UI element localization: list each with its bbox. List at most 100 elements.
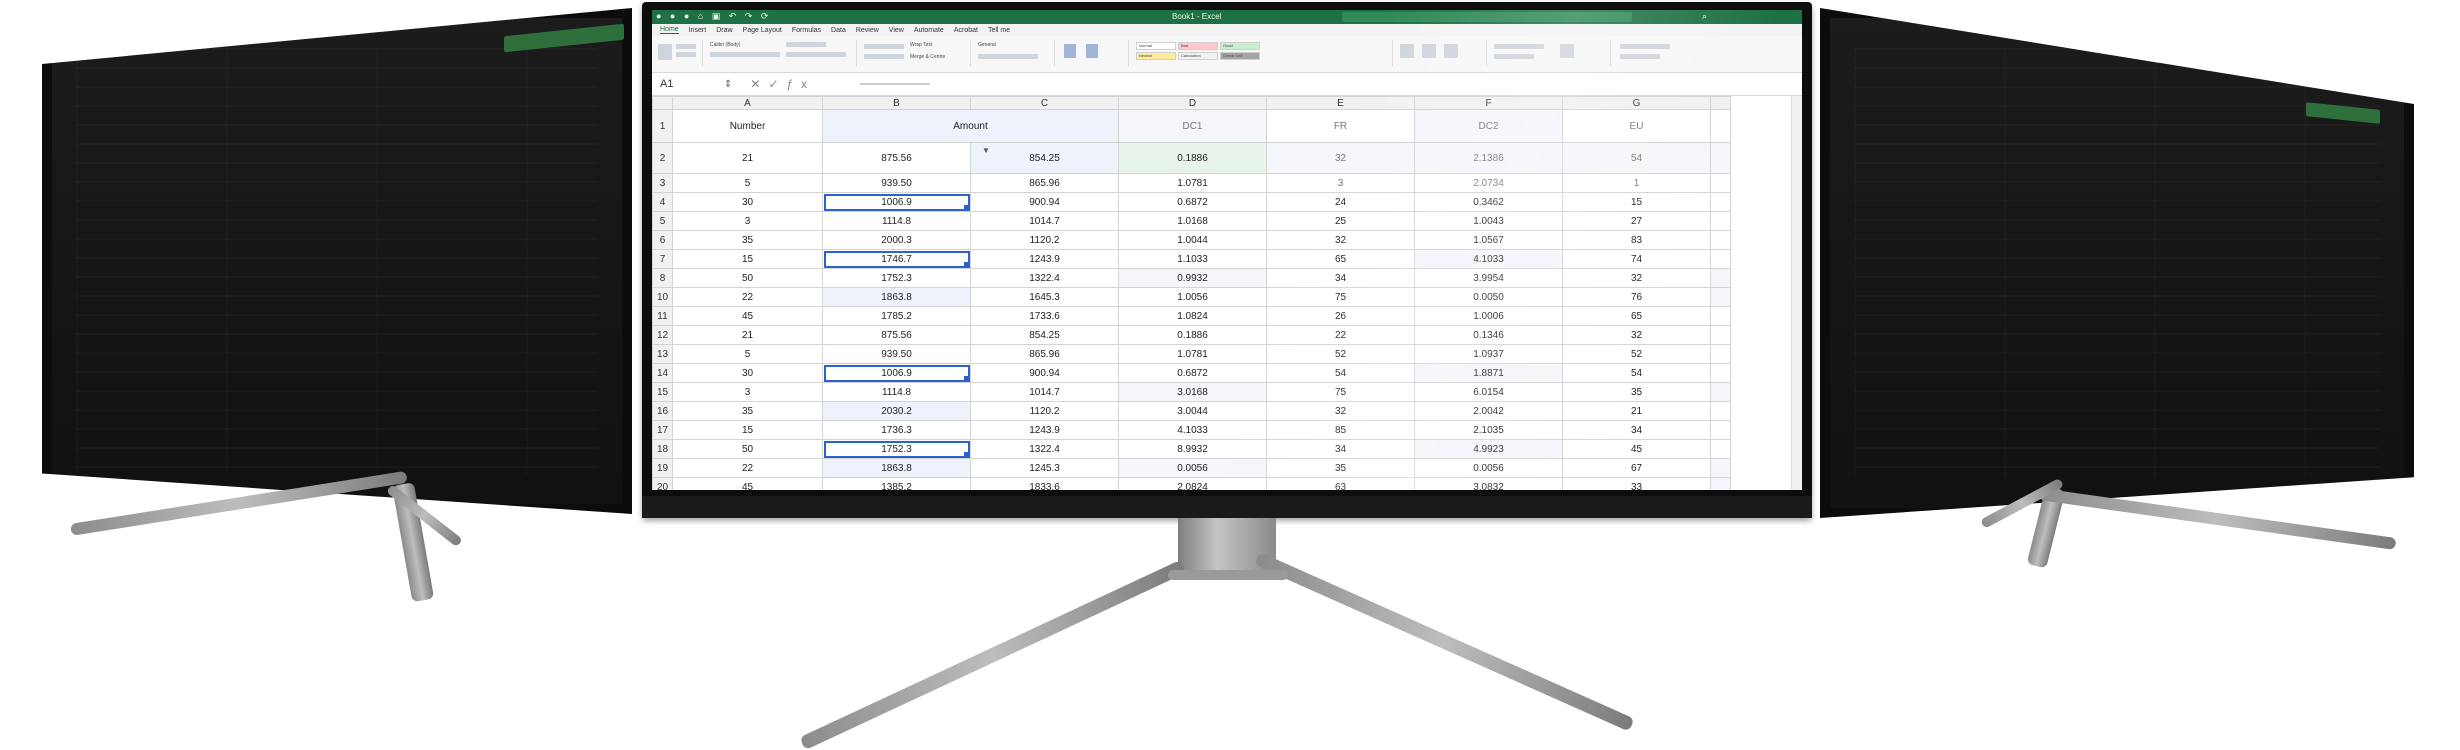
grid-cell[interactable]: 1.0168	[1118, 211, 1267, 231]
grid-cell[interactable]: 0.0050	[1414, 287, 1563, 307]
grid-cell[interactable]: 1736.3	[822, 420, 971, 440]
grid-cell[interactable]: 1645.3	[970, 287, 1119, 307]
grid-cell[interactable]: 26	[1266, 306, 1415, 326]
grid-cell[interactable]: 35	[1266, 458, 1415, 478]
grid-cell[interactable]: 939.50	[822, 344, 971, 364]
font-name-select[interactable]: Calibri (Body)	[710, 42, 740, 48]
row-header[interactable]: 3	[652, 173, 673, 193]
grid-cell[interactable]: 939.50	[822, 173, 971, 193]
grid-cell[interactable]: 32	[1562, 325, 1711, 345]
grid-cell[interactable]: 74	[1562, 249, 1711, 269]
grid-cell[interactable]: 32	[1266, 142, 1415, 174]
grid-cell[interactable]: 65	[1266, 249, 1415, 269]
row-header[interactable]: 14	[652, 363, 673, 383]
grid-cell[interactable]: 30	[672, 192, 823, 212]
column-header-f[interactable]: F	[1414, 96, 1563, 110]
grid-cell[interactable]: 3.0832	[1414, 477, 1563, 490]
header-cell-amount[interactable]: Amount	[822, 109, 1119, 143]
grid-cell[interactable]: 50	[672, 268, 823, 288]
grid-cell[interactable]: 63	[1266, 477, 1415, 490]
header-cell-fr[interactable]: FR	[1266, 109, 1415, 143]
grid-cell[interactable]	[1710, 173, 1731, 193]
merge-center-button[interactable]: Merge & Centre	[910, 54, 945, 60]
grid-cell[interactable]	[1710, 439, 1731, 459]
formula-input[interactable]	[860, 83, 931, 85]
grid-cell[interactable]: 35	[672, 401, 823, 421]
grid-cell[interactable]	[1710, 363, 1731, 383]
row-header[interactable]: 4	[652, 192, 673, 212]
grid-cell[interactable]: 22	[672, 458, 823, 478]
grid-cell[interactable]: 6.0154	[1414, 382, 1563, 402]
grid-cell[interactable]: 32	[1562, 268, 1711, 288]
grid-cell[interactable]: 8.9932	[1118, 439, 1267, 459]
grid-cell[interactable]: 1.8871	[1414, 363, 1563, 383]
grid-cell[interactable]: 1.0781	[1118, 344, 1267, 364]
formula-action-icons[interactable]: ✕✓ƒx	[732, 77, 848, 91]
search-icon[interactable]: ⌕	[1702, 11, 1707, 22]
grid-cell[interactable]: 75	[1266, 287, 1415, 307]
row-header[interactable]: 18	[652, 439, 673, 459]
tab-home[interactable]: Home	[660, 26, 679, 34]
grid-cell[interactable]: 1120.2	[970, 230, 1119, 250]
grid-cell[interactable]: 0.0056	[1414, 458, 1563, 478]
grid-cell[interactable]: 35	[1562, 382, 1711, 402]
grid-cell[interactable]: 1322.4	[970, 268, 1119, 288]
grid-cell[interactable]: 21	[1562, 401, 1711, 421]
column-header-d[interactable]: D	[1118, 96, 1267, 110]
grid-cell[interactable]	[1710, 306, 1731, 326]
grid-cell[interactable]: 2000.3	[822, 230, 971, 250]
row-header[interactable]: 1	[652, 109, 673, 143]
grid-cell[interactable]: 1120.2	[970, 401, 1119, 421]
chevron-updown-icon[interactable]: ⇕	[724, 79, 732, 90]
grid-cell[interactable]: 22	[1266, 325, 1415, 345]
grid-cell[interactable]: 3.0044	[1118, 401, 1267, 421]
grid-cell[interactable]	[1710, 109, 1731, 143]
cell-style-bad[interactable]: Bad	[1178, 42, 1218, 50]
row-header[interactable]: 10	[652, 287, 673, 307]
cell-style-neutral[interactable]: Neutral	[1136, 52, 1176, 60]
grid-cell[interactable]: 1243.9	[970, 420, 1119, 440]
grid-cell[interactable]: 0.0056	[1118, 458, 1267, 478]
grid-cell[interactable]: 875.56	[822, 142, 971, 174]
grid-cell[interactable]	[1710, 477, 1731, 490]
grid-cell[interactable]: 32	[1266, 401, 1415, 421]
number-group[interactable]: General	[974, 40, 1055, 66]
row-header[interactable]: 2	[652, 142, 673, 174]
grid-cell[interactable]: 0.1886	[1118, 142, 1267, 174]
grid-cell[interactable]	[1710, 192, 1731, 212]
grid-cell[interactable]: 33	[1562, 477, 1711, 490]
cell-styles-group[interactable]: Normal Bad Good Neutral Calculation Check Cel…	[1132, 40, 1393, 66]
grid-cell[interactable]: 52	[1562, 344, 1711, 364]
grid-cell[interactable]	[1710, 249, 1731, 269]
column-header-g[interactable]: G	[1562, 96, 1711, 110]
grid-cell[interactable]: 15	[672, 420, 823, 440]
grid-cell[interactable]: 34	[1266, 439, 1415, 459]
worksheet-grid[interactable]: ABCDEFG 1 Number Amount DC1 FR DC2 EU 2 21 875.56…	[652, 96, 1802, 490]
addins-group[interactable]	[1614, 40, 1684, 66]
row-header[interactable]: 15	[652, 382, 673, 402]
grid-cell[interactable]: 32	[1266, 230, 1415, 250]
row-header[interactable]: 7	[652, 249, 673, 269]
grid-cell[interactable]: 900.94	[970, 363, 1119, 383]
grid-cell[interactable]: 1006.9	[822, 192, 971, 212]
grid-cell[interactable]: 1752.3	[822, 268, 971, 288]
grid-cell[interactable]	[1710, 268, 1731, 288]
grid-cell[interactable]: 54	[1562, 363, 1711, 383]
grid-cell[interactable]: 1014.7	[970, 211, 1119, 231]
grid-cell[interactable]: 1.0824	[1118, 306, 1267, 326]
wrap-text-button[interactable]: Wrap Text	[910, 42, 932, 48]
grid-cell[interactable]: 54	[1562, 142, 1711, 174]
grid-cell[interactable]: 1	[1562, 173, 1711, 193]
grid-cell[interactable]: 4.1033	[1118, 420, 1267, 440]
grid-cell[interactable]: 900.94	[970, 192, 1119, 212]
grid-cell[interactable]: 45	[672, 477, 823, 490]
header-cell-number[interactable]: Number	[672, 109, 823, 143]
grid-cell[interactable]: 1385.2	[822, 477, 971, 490]
column-header-c[interactable]: C	[970, 96, 1119, 110]
font-group[interactable]: Calibri (Body)	[706, 40, 857, 66]
grid-cell[interactable]: 27	[1562, 211, 1711, 231]
quick-access-icons[interactable]: ● ● ● ⌂ ▣ ↶ ↷ ⟳	[656, 11, 771, 22]
grid-cell[interactable]: 50	[672, 439, 823, 459]
grid-cell[interactable]: 2030.2	[822, 401, 971, 421]
grid-cell[interactable]: 3	[1266, 173, 1415, 193]
